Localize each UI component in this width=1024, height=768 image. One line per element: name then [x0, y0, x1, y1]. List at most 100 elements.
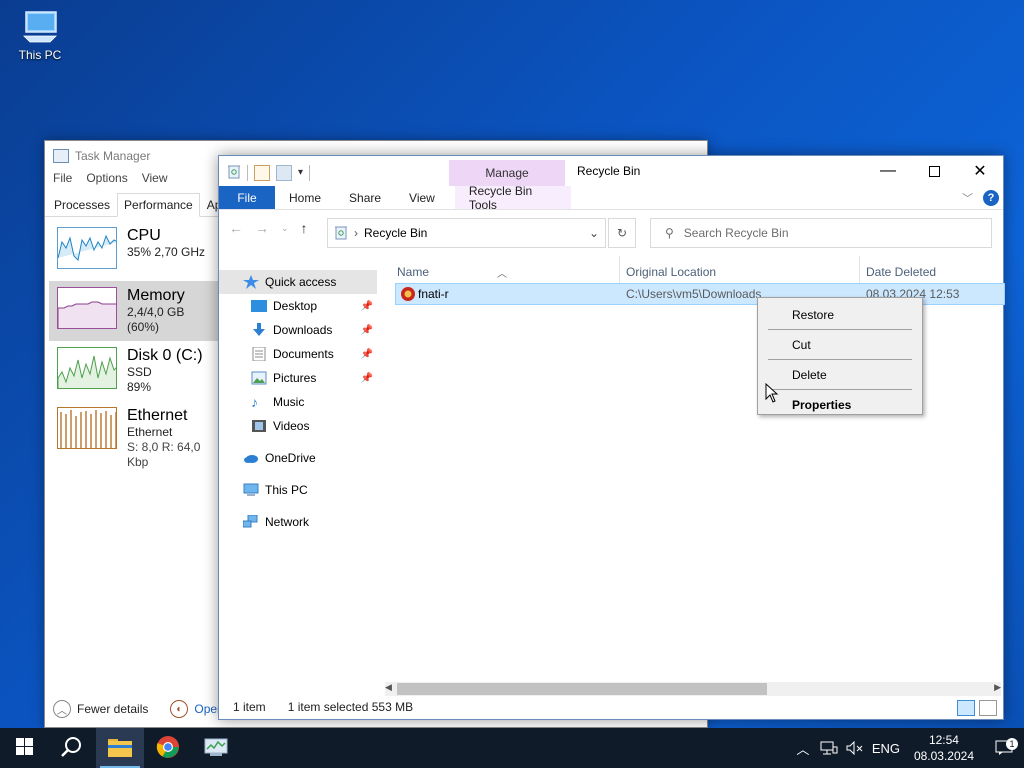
taskbar-clock[interactable]: 12:54 08.03.2024 — [904, 732, 984, 764]
details-view-icon[interactable] — [957, 700, 975, 716]
start-button[interactable] — [0, 728, 48, 768]
music-icon: ♪ — [251, 394, 258, 410]
nav-quick-access[interactable]: Quick access — [219, 270, 377, 294]
cloud-icon — [243, 451, 259, 465]
perf-detail: SSD — [127, 365, 152, 379]
nav-label: This PC — [265, 483, 308, 497]
search-box[interactable]: ⚲ Search Recycle Bin — [650, 218, 992, 248]
new-folder-icon[interactable] — [276, 164, 292, 181]
perf-item-disk[interactable]: Disk 0 (C:) SSD 89% — [49, 341, 221, 401]
address-bar[interactable]: › Recycle Bin ⌄ — [327, 218, 606, 248]
view-toggle — [957, 700, 997, 716]
maximize-button[interactable] — [911, 156, 957, 186]
tm-menu-file[interactable]: File — [53, 171, 72, 191]
scrollbar-thumb[interactable] — [397, 683, 767, 695]
horizontal-scrollbar[interactable]: ◀ ▶ — [385, 682, 1001, 696]
scroll-right-icon[interactable]: ▶ — [994, 682, 1001, 693]
pin-icon[interactable]: 📌 — [361, 325, 373, 336]
disk-graph — [57, 347, 117, 389]
column-headers: ︿ Name Original Location Date Deleted — [385, 256, 1005, 286]
chrome-icon — [156, 735, 180, 762]
nav-music[interactable]: ♪ Music — [219, 390, 377, 414]
expand-ribbon-icon[interactable]: ﹀ — [962, 190, 973, 206]
breadcrumb-recycle-bin[interactable]: Recycle Bin — [364, 226, 427, 240]
explorer-window: ▾ Manage Recycle Bin — ✕ File Home Share… — [218, 155, 1005, 720]
breadcrumb-separator-icon: › — [354, 226, 358, 240]
nav-documents[interactable]: Documents 📌 — [219, 342, 377, 366]
mouse-cursor-icon — [765, 382, 779, 406]
nav-onedrive[interactable]: OneDrive — [219, 446, 377, 470]
taskbar-task-manager[interactable] — [192, 728, 240, 768]
video-icon — [251, 419, 267, 433]
menu-item-restore[interactable]: Restore — [758, 300, 922, 329]
explorer-titlebar[interactable]: ▾ Manage Recycle Bin — ✕ — [219, 156, 1003, 186]
show-hidden-icons-icon[interactable]: ︿ — [790, 739, 816, 758]
nav-this-pc[interactable]: This PC — [219, 478, 377, 502]
nav-videos[interactable]: Videos — [219, 414, 377, 438]
back-icon[interactable]: ← — [229, 220, 243, 236]
large-icons-view-icon[interactable] — [979, 700, 997, 716]
help-icon[interactable]: ? — [983, 189, 999, 206]
fewer-details-button[interactable]: ︿ Fewer details — [53, 700, 148, 718]
network-status-icon[interactable] — [816, 741, 842, 755]
ribbon-tabs: File Home Share View Recycle Bin Tools ﹀… — [219, 184, 1003, 212]
window-title: Recycle Bin — [577, 164, 641, 178]
desktop-icon-this-pc[interactable]: This PC — [12, 8, 68, 62]
tab-home[interactable]: Home — [275, 186, 335, 209]
tm-menu-view[interactable]: View — [142, 171, 168, 191]
tm-menu-options[interactable]: Options — [86, 171, 127, 191]
recent-locations-icon[interactable]: ⌄ — [281, 223, 289, 236]
input-language[interactable]: ENG — [868, 741, 904, 756]
desktop-folder-icon — [251, 299, 267, 313]
maximize-icon — [928, 165, 940, 177]
forward-icon[interactable]: → — [255, 220, 269, 236]
pin-icon[interactable]: 📌 — [361, 349, 373, 360]
up-icon[interactable]: ↑ — [301, 220, 308, 236]
tab-view[interactable]: View — [395, 186, 449, 209]
properties-icon[interactable] — [254, 164, 270, 181]
nav-label: Downloads — [273, 323, 333, 337]
manage-context-tab[interactable]: Manage — [449, 160, 565, 186]
tab-processes[interactable]: Processes — [47, 193, 117, 216]
perf-item-memory[interactable]: Memory 2,4/4,0 GB (60%) — [49, 281, 221, 341]
nav-label: Music — [273, 395, 305, 409]
menu-item-delete[interactable]: Delete — [758, 360, 922, 389]
tab-file[interactable]: File — [219, 186, 275, 209]
scroll-left-icon[interactable]: ◀ — [385, 682, 392, 693]
perf-item-ethernet[interactable]: Ethernet Ethernet S: 8,0 R: 64,0 Kbp — [49, 401, 221, 469]
tab-recycle-bin-tools[interactable]: Recycle Bin Tools — [454, 184, 571, 212]
column-name[interactable]: Name — [397, 265, 429, 279]
perf-detail: S: 8,0 R: 64,0 Kbp — [127, 440, 201, 469]
taskbar-chrome[interactable] — [144, 728, 192, 768]
chevron-down-icon[interactable]: ⌄ — [583, 226, 605, 240]
refresh-button[interactable]: ↻ — [608, 218, 636, 248]
taskbar-file-explorer[interactable] — [96, 728, 144, 768]
column-original-location[interactable]: Original Location — [626, 265, 716, 279]
column-divider[interactable] — [619, 256, 620, 286]
menu-item-cut[interactable]: Cut — [758, 330, 922, 359]
customize-toolbar-icon[interactable]: ▾ — [298, 167, 303, 178]
search-button[interactable] — [48, 728, 96, 768]
volume-muted-icon[interactable] — [842, 741, 868, 755]
notification-count-badge: 1 — [1006, 738, 1018, 750]
tab-share[interactable]: Share — [335, 186, 395, 209]
close-button[interactable]: ✕ — [957, 156, 1003, 186]
minimize-button[interactable]: — — [865, 156, 911, 186]
nav-pictures[interactable]: Pictures 📌 — [219, 366, 377, 390]
column-divider[interactable] — [859, 256, 860, 286]
clock-time: 12:54 — [928, 733, 959, 747]
nav-desktop[interactable]: Desktop 📌 — [219, 294, 377, 318]
close-icon: ✕ — [973, 163, 987, 180]
menu-item-properties[interactable]: Properties — [758, 390, 922, 419]
column-date-deleted[interactable]: Date Deleted — [866, 265, 936, 279]
action-center-button[interactable]: 1 — [984, 738, 1024, 756]
nav-network[interactable]: Network — [219, 510, 377, 534]
perf-item-cpu[interactable]: CPU 35% 2,70 GHz — [49, 221, 221, 281]
taskbar: ︿ ENG 12:54 08.03.2024 1 — [0, 728, 1024, 768]
pin-icon[interactable]: 📌 — [361, 373, 373, 384]
navigation-buttons: ← → ⌄ ↑ — [229, 220, 308, 236]
tab-performance[interactable]: Performance — [117, 193, 200, 217]
pin-icon[interactable]: 📌 — [361, 301, 373, 312]
ethernet-graph — [57, 407, 117, 449]
nav-downloads[interactable]: Downloads 📌 — [219, 318, 377, 342]
